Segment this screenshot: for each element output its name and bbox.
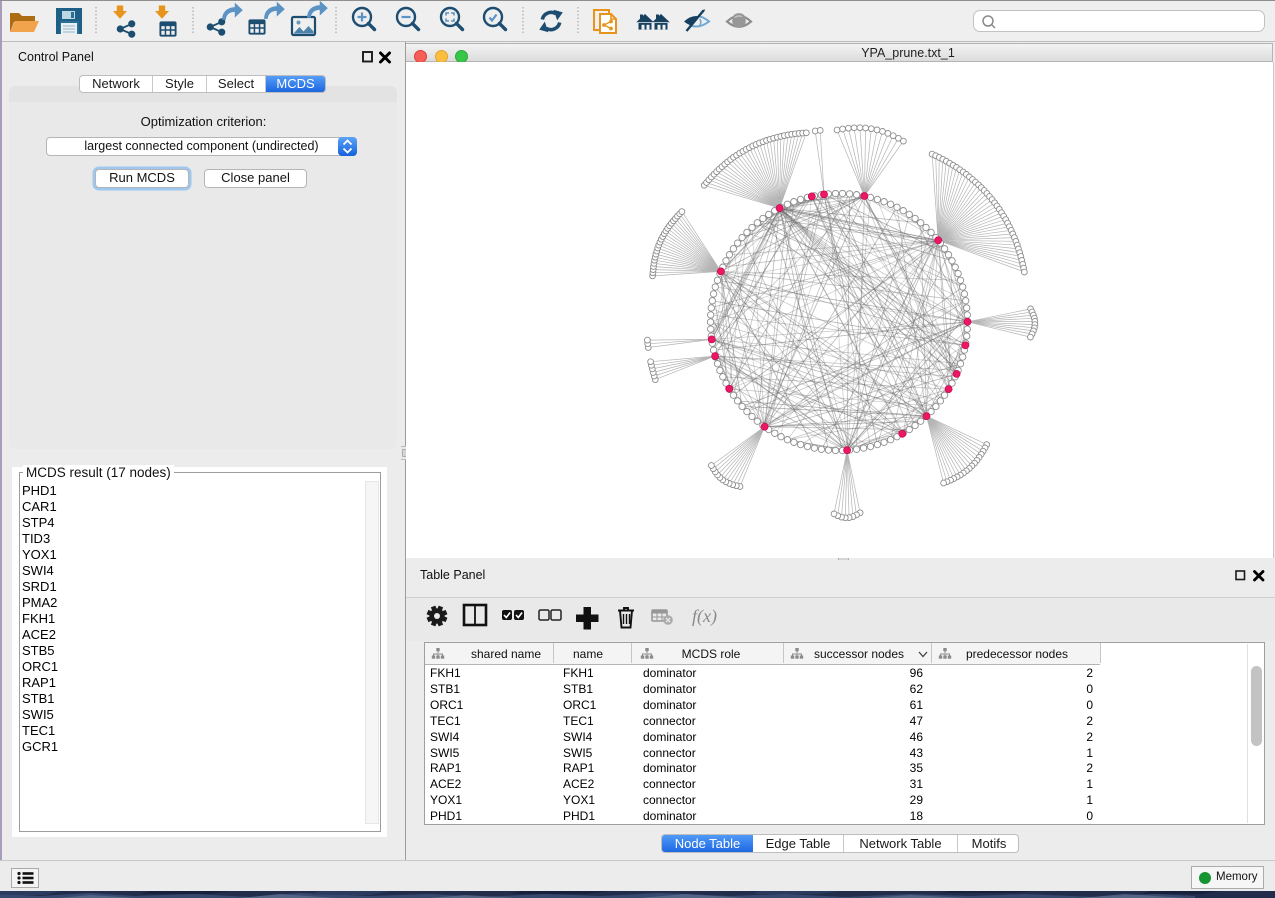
svg-text:MCDS role: MCDS role bbox=[682, 647, 741, 661]
svg-text:predecessor nodes: predecessor nodes bbox=[966, 647, 1068, 661]
svg-text:successor nodes: successor nodes bbox=[814, 647, 904, 661]
svg-text:f(x): f(x) bbox=[692, 606, 717, 627]
svg-text:name: name bbox=[573, 647, 603, 661]
svg-text:shared name: shared name bbox=[471, 647, 541, 661]
